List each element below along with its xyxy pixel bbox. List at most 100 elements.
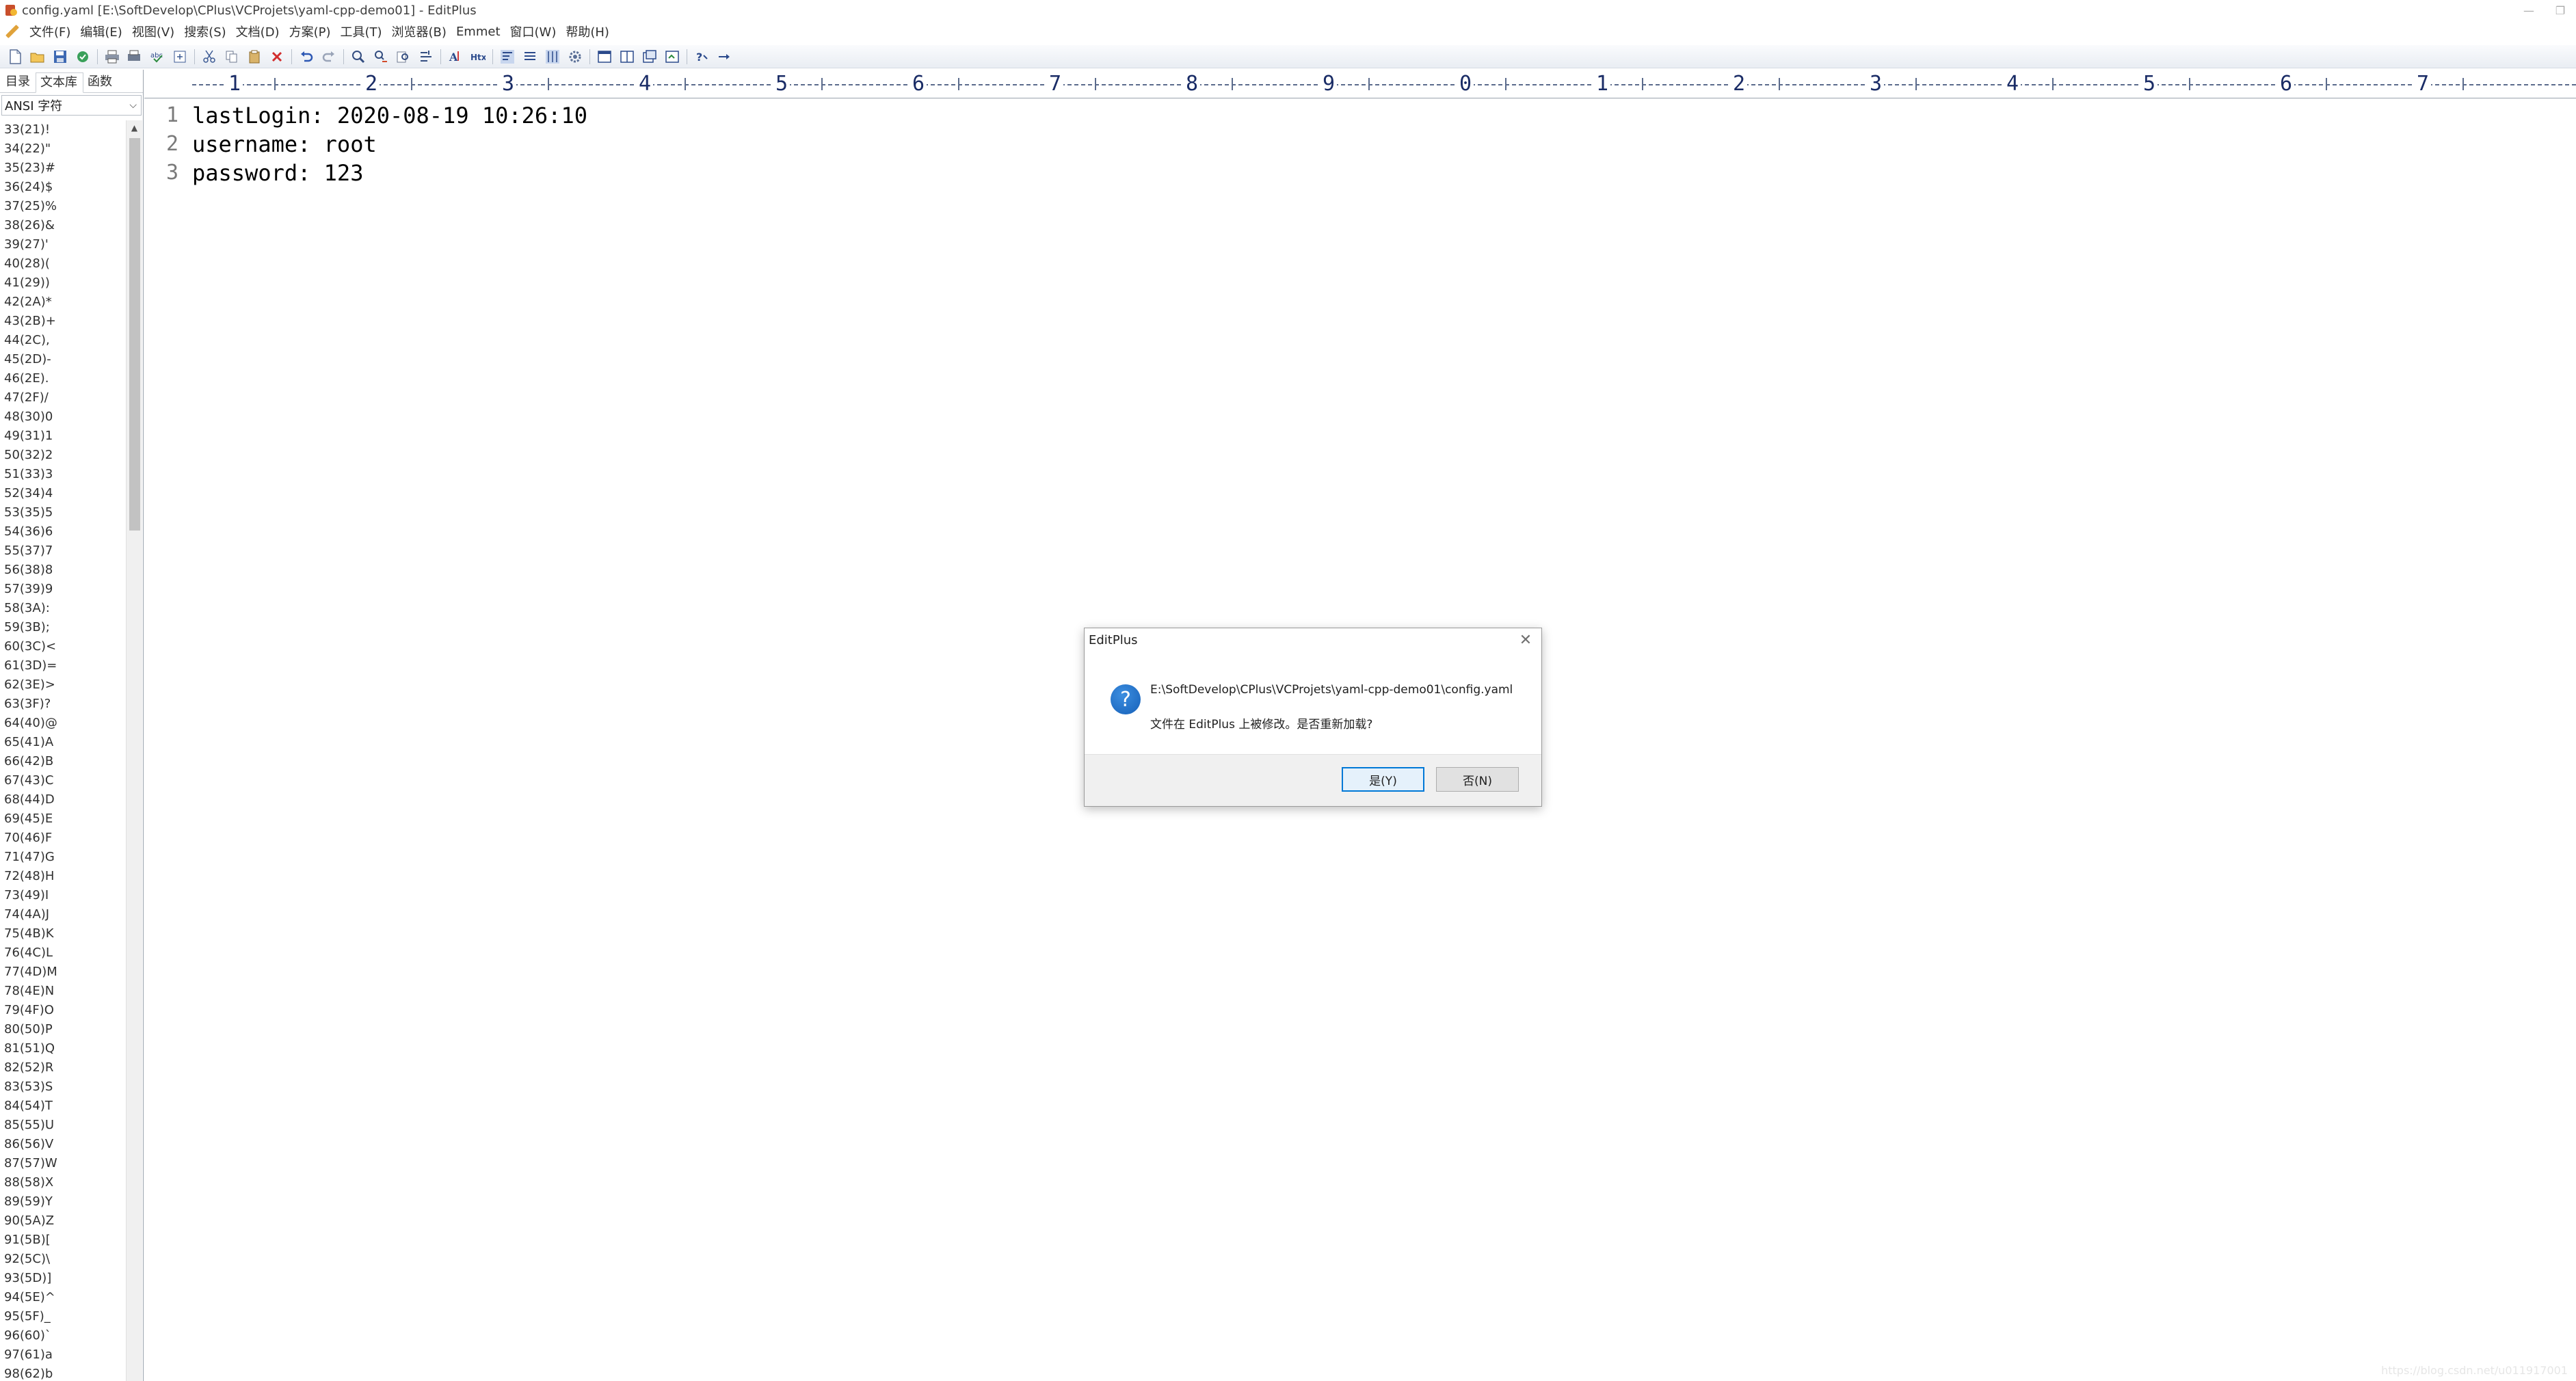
scroll-up-icon[interactable]: ▲ [127,120,142,135]
list-item[interactable]: 79(4F)O [0,1001,125,1020]
list-item[interactable]: 69(45)E [0,809,125,829]
list-item[interactable]: 87(57)W [0,1154,125,1173]
list-item[interactable]: 54(36)6 [0,522,125,541]
list-item[interactable]: 86(56)V [0,1135,125,1154]
list-item[interactable]: 98(62)b [0,1365,125,1381]
code-line[interactable]: lastLogin: 2020-08-19 10:26:10 [192,101,587,130]
list-item[interactable]: 52(34)4 [0,484,125,503]
list-item[interactable]: 57(39)9 [0,580,125,599]
cut-icon[interactable] [200,48,219,66]
list-item[interactable]: 97(61)a [0,1345,125,1365]
list-item[interactable]: 68(44)D [0,790,125,809]
list-item[interactable]: 61(3D)= [0,656,125,675]
list-item[interactable]: 82(52)R [0,1058,125,1077]
list-item[interactable]: 71(47)G [0,848,125,867]
code-line[interactable]: username: root [192,130,587,159]
list-item[interactable]: 47(2F)/ [0,388,125,407]
list-item[interactable]: 55(37)7 [0,541,125,561]
list-item[interactable]: 73(49)I [0,886,125,905]
list-item[interactable]: 44(2C), [0,331,125,350]
list-item[interactable]: 91(5B)[ [0,1231,125,1250]
vertical-scrollbar[interactable]: ▲ [126,120,142,1381]
list-item[interactable]: 76(4C)L [0,943,125,963]
print-icon[interactable] [103,48,122,66]
menu-project[interactable]: 方案(P) [284,23,336,40]
tab-cliptext[interactable]: 文本库 [36,72,83,93]
list-item[interactable]: 40(28)( [0,254,125,273]
list-item[interactable]: 78(4E)N [0,982,125,1001]
code-text[interactable]: lastLogin: 2020-08-19 10:26:10 username:… [192,101,587,187]
list-item[interactable]: 50(32)2 [0,446,125,465]
menu-view[interactable]: 视图(V) [127,23,179,40]
list-item[interactable]: 65(41)A [0,733,125,752]
list-item[interactable]: 60(3C)< [0,637,125,656]
menu-file[interactable]: 文件(F) [25,23,75,40]
list-item[interactable]: 84(54)T [0,1097,125,1116]
preview-icon[interactable] [170,48,189,66]
list-item[interactable]: 75(4B)K [0,924,125,943]
list-item[interactable]: 72(48)H [0,867,125,886]
open-folder-icon[interactable] [28,48,47,66]
find-in-files-icon[interactable] [394,48,413,66]
menu-search[interactable]: 搜索(S) [179,23,230,40]
minimize-icon[interactable]: — [2513,0,2545,21]
replace-icon[interactable] [371,48,390,66]
font-icon[interactable]: A [446,48,465,66]
list-item[interactable]: 95(5F)_ [0,1307,125,1326]
code-line[interactable]: password: 123 [192,159,587,187]
scrollbar-thumb[interactable] [129,138,140,531]
list-item[interactable]: 36(24)$ [0,178,125,197]
menu-edit[interactable]: 编辑(E) [75,23,127,40]
find-icon[interactable] [349,48,368,66]
list-item[interactable]: 42(2A)* [0,293,125,312]
list-item[interactable]: 49(31)1 [0,427,125,446]
html-icon[interactable]: Htx [468,48,488,66]
list-item[interactable]: 94(5E)^ [0,1288,125,1307]
list-item[interactable]: 90(5A)Z [0,1211,125,1231]
spell-check-icon[interactable]: abc [148,48,167,66]
paste-icon[interactable] [245,48,264,66]
browser-icon[interactable] [595,48,614,66]
save-all-icon[interactable] [73,48,92,66]
list-item[interactable]: 88(58)X [0,1173,125,1192]
list-item[interactable]: 59(3B); [0,618,125,637]
list-item[interactable]: 85(55)U [0,1116,125,1135]
list-item[interactable]: 58(3A): [0,599,125,618]
list-item[interactable]: 96(60)` [0,1326,125,1345]
new-file-icon[interactable] [5,48,25,66]
undo-icon[interactable] [297,48,316,66]
close-icon[interactable]: ✕ [1517,632,1535,649]
list-item[interactable]: 70(46)F [0,829,125,848]
list-item[interactable]: 93(5D)] [0,1269,125,1288]
list-item[interactable]: 66(42)B [0,752,125,771]
menu-window[interactable]: 窗口(W) [505,23,561,40]
window-icon[interactable] [640,48,659,66]
list-item[interactable]: 39(27)' [0,235,125,254]
menu-tools[interactable]: 工具(T) [335,23,386,40]
delete-icon[interactable] [267,48,287,66]
yes-button[interactable]: 是(Y) [1342,767,1424,792]
list-item[interactable]: 45(2D)- [0,350,125,369]
help-icon[interactable]: ? [692,48,711,66]
list-item[interactable]: 34(22)" [0,139,125,159]
tab-directory[interactable]: 目录 [1,72,36,92]
list-item[interactable]: 62(3E)> [0,675,125,695]
list-item[interactable]: 46(2E). [0,369,125,388]
list-item[interactable]: 51(33)3 [0,465,125,484]
line-number-icon[interactable] [520,48,540,66]
list-item[interactable]: 80(50)P [0,1020,125,1039]
split-icon[interactable] [618,48,637,66]
list-item[interactable]: 64(40)@ [0,714,125,733]
ruler-icon[interactable] [543,48,562,66]
list-item[interactable]: 81(51)Q [0,1039,125,1058]
list-item[interactable]: 53(35)5 [0,503,125,522]
menu-help[interactable]: 帮助(H) [561,23,614,40]
no-button[interactable]: 否(N) [1436,767,1519,792]
list-item[interactable]: 37(25)% [0,197,125,216]
redo-icon[interactable] [319,48,338,66]
list-item[interactable]: 77(4D)M [0,963,125,982]
print-preview-icon[interactable] [125,48,144,66]
list-item[interactable]: 41(29)) [0,273,125,293]
list-item[interactable]: 83(53)S [0,1077,125,1097]
menu-document[interactable]: 文档(D) [231,23,284,40]
